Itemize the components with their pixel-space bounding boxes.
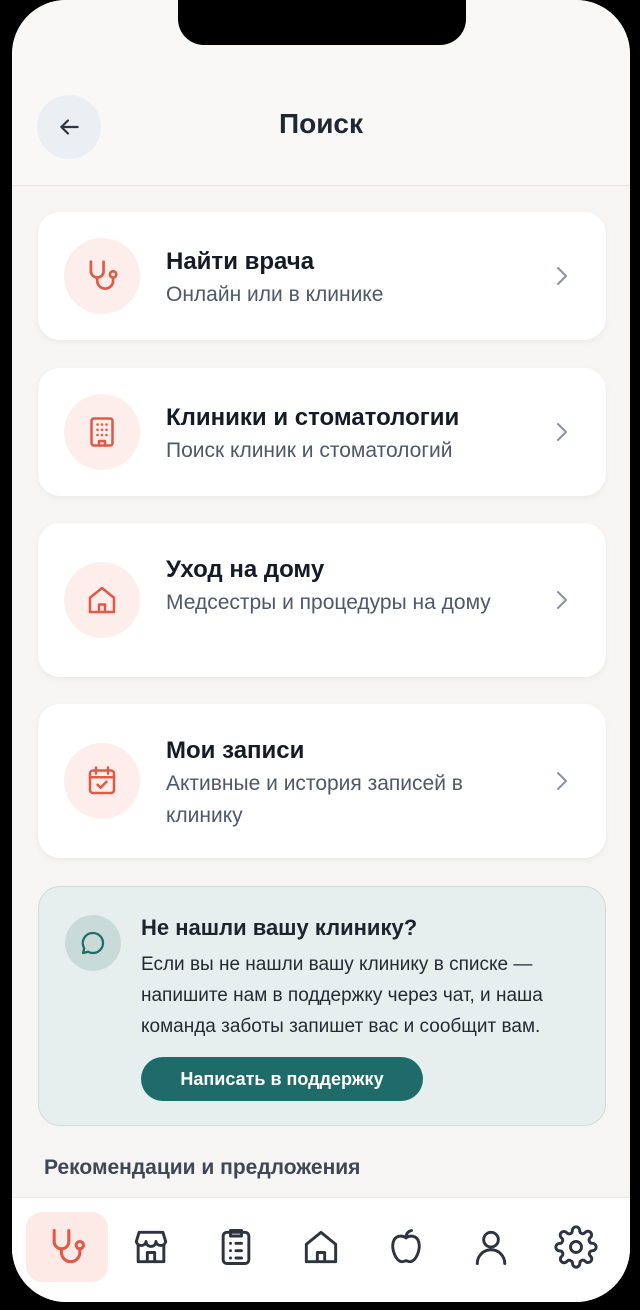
tab-records[interactable]: [195, 1212, 277, 1282]
building-icon: [90, 417, 114, 447]
tab-nutrition[interactable]: [365, 1212, 447, 1282]
clinics-card[interactable]: Клиники и стоматологии Поиск клиник и ст…: [38, 368, 606, 496]
write-support-button[interactable]: Написать в поддержку: [141, 1057, 423, 1101]
stethoscope-icon: [52, 1228, 86, 1264]
tab-store[interactable]: [110, 1212, 192, 1282]
tab-home[interactable]: [280, 1212, 362, 1282]
card-title: Уход на дому: [166, 556, 325, 583]
my-appointments-card[interactable]: Мои записи Активные и история записей в …: [38, 704, 606, 858]
calendar-check-icon: [88, 766, 116, 795]
device-notch: [178, 0, 466, 45]
card-subtitle: Поиск клиник и стоматологий: [166, 439, 453, 462]
card-icon-circle: [64, 562, 140, 638]
home-care-card[interactable]: Уход на дому Медсестры и процедуры на до…: [38, 523, 606, 677]
apple-icon: [391, 1229, 421, 1264]
card-icon-circle: [64, 743, 140, 819]
page-title: Поиск: [278, 108, 364, 139]
chat-icon-circle: [65, 915, 121, 971]
card-subtitle: Активные и история записей в клинику: [166, 772, 463, 827]
card-icon-circle: [64, 238, 140, 314]
tab-profile[interactable]: [450, 1212, 532, 1282]
store-icon: [134, 1230, 168, 1264]
chevron-right-icon: [557, 267, 567, 285]
tab-settings[interactable]: [535, 1212, 617, 1282]
find-doctor-card[interactable]: Найти врача Онлайн или в клинике: [38, 212, 606, 340]
home-icon: [88, 586, 116, 614]
chevron-right-icon: [557, 591, 567, 609]
user-icon: [475, 1230, 507, 1265]
support-title: Не нашли вашу клинику?: [141, 915, 418, 940]
chevron-right-icon: [557, 772, 567, 790]
chat-bubble-icon: [81, 931, 105, 955]
clipboard-icon: [221, 1229, 251, 1265]
card-subtitle: Онлайн или в клинике: [166, 283, 384, 306]
stethoscope-icon: [89, 260, 118, 290]
tab-doctors[interactable]: [26, 1212, 108, 1282]
bottom-tab-bar: [12, 1197, 630, 1302]
card-icon-circle: [64, 394, 140, 470]
home-icon: [304, 1230, 338, 1264]
card-title: Клиники и стоматологии: [166, 404, 460, 431]
support-banner: Не нашли вашу клинику? Если вы не нашли …: [38, 886, 606, 1126]
card-title: Мои записи: [166, 737, 305, 764]
card-title: Найти врача: [166, 248, 315, 275]
recommendations-title: Рекомендации и предложения: [44, 1156, 361, 1179]
chevron-right-icon: [557, 423, 567, 441]
gear-icon: [554, 1225, 598, 1269]
support-text: Если вы не нашли вашу клинику в списке —…: [141, 954, 543, 1037]
phone-screen: Поиск Найти врача Онлайн или в клинике К…: [12, 0, 630, 1302]
card-subtitle: Медсестры и процедуры на дому: [166, 591, 491, 614]
